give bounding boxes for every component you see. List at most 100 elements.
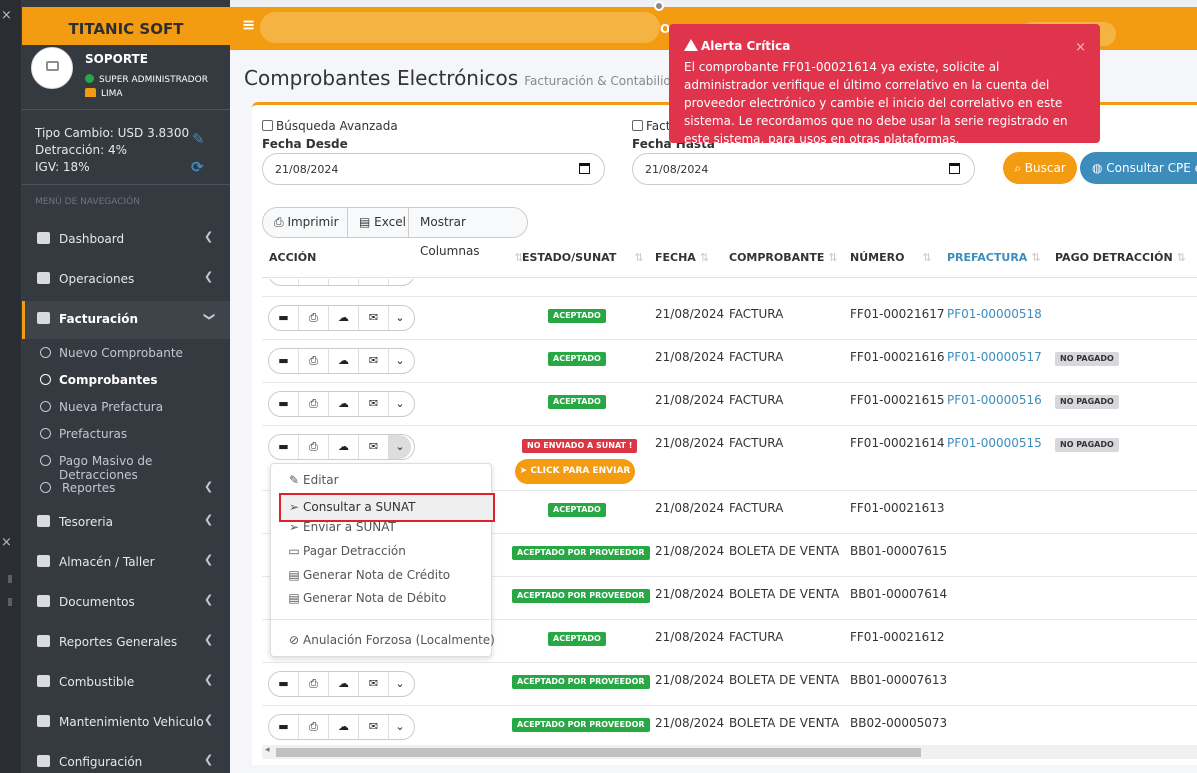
email-icon[interactable]: ▬: [269, 392, 299, 416]
checkbox-box[interactable]: [262, 120, 273, 131]
col-numero[interactable]: NÚMERO ⇅: [850, 251, 932, 264]
printer-icon[interactable]: ⎙: [299, 306, 329, 330]
subnav-prefacturas[interactable]: Prefacturas: [22, 421, 230, 448]
envelope-icon[interactable]: ✉: [359, 715, 389, 739]
sort-icon[interactable]: ⇅: [1177, 251, 1186, 264]
cloud-download-icon[interactable]: ☁: [329, 279, 359, 285]
chevron-down-icon[interactable]: ⌄: [389, 306, 411, 330]
sort-icon[interactable]: ⇅: [634, 251, 643, 264]
subnav-nuevo-comprobante[interactable]: Nuevo Comprobante: [22, 340, 230, 367]
cloud-download-icon[interactable]: ☁: [329, 349, 359, 373]
col-estado[interactable]: ESTADO/SUNAT ⇅: [522, 251, 644, 264]
printer-icon[interactable]: ⎙: [299, 715, 329, 739]
menu-item-pagar-detraccion[interactable]: ▭ Pagar Detracción: [287, 544, 406, 558]
excel-button[interactable]: ▤ Excel: [348, 208, 409, 237]
nav-item-combustible[interactable]: Combustible ❮: [22, 664, 230, 700]
menu-item-nota-debito[interactable]: ▤ Generar Nota de Débito: [287, 591, 446, 605]
email-icon[interactable]: ▬: [269, 349, 299, 373]
horizontal-scrollbar[interactable]: ◂: [262, 745, 1197, 759]
advanced-search-checkbox[interactable]: Búsqueda Avanzada: [262, 119, 398, 133]
brand-logo[interactable]: TITANIC SOFT: [22, 7, 230, 45]
sort-icon[interactable]: ⇅: [828, 251, 837, 264]
subnav-reportes[interactable]: Reportes ❮: [22, 475, 230, 502]
envelope-icon[interactable]: ✉: [359, 349, 389, 373]
email-icon[interactable]: ▬: [269, 672, 299, 696]
chevron-down-icon[interactable]: ⌄: [389, 349, 411, 373]
prefactura-link[interactable]: PF01-00000516: [947, 393, 1042, 407]
printer-icon[interactable]: ⎙: [299, 672, 329, 696]
close-icon[interactable]: ×: [1, 8, 12, 23]
scrollbar-thumb[interactable]: [276, 748, 921, 757]
envelope-icon[interactable]: ✉: [359, 279, 389, 285]
sort-icon[interactable]: ⇅: [922, 251, 931, 264]
email-icon[interactable]: ▬: [269, 715, 299, 739]
chevron-down-icon[interactable]: ⌄: [389, 279, 411, 285]
nav-item-reportes-generales[interactable]: Reportes Generales ❮: [22, 624, 230, 660]
cloud-download-icon[interactable]: ☁: [329, 715, 359, 739]
subnav-comprobantes[interactable]: Comprobantes: [22, 367, 230, 394]
hamburger-icon[interactable]: ≡: [242, 15, 255, 34]
nav-item-documentos[interactable]: Documentos ❮: [22, 584, 230, 620]
refresh-icon[interactable]: ⟳: [191, 158, 204, 176]
menu-item-enviar-sunat[interactable]: ➢ Enviar a SUNAT: [287, 520, 396, 534]
chevron-down-icon[interactable]: ⌄: [389, 715, 411, 739]
col-comprobante[interactable]: COMPROBANTE ⇅: [729, 251, 838, 264]
email-icon[interactable]: ▬: [269, 435, 299, 459]
envelope-icon[interactable]: ✉: [359, 392, 389, 416]
sort-icon[interactable]: ⇅: [700, 251, 709, 264]
chevron-down-icon[interactable]: ⌄: [389, 392, 411, 416]
imprimir-button[interactable]: ⎙ Imprimir: [263, 208, 348, 237]
email-icon[interactable]: ▬: [269, 306, 299, 330]
nav-item-configuracion[interactable]: Configuración ❮: [22, 744, 230, 773]
prefactura-link[interactable]: PF01-00000517: [947, 350, 1042, 364]
printer-icon[interactable]: ⎙: [299, 279, 329, 285]
fecha-hasta-input[interactable]: 21/08/2024: [632, 153, 975, 185]
checkbox-box[interactable]: [632, 120, 643, 131]
close-icon[interactable]: ×: [1075, 40, 1086, 55]
col-fecha[interactable]: FECHA ⇅: [655, 251, 709, 264]
fecha-desde-input[interactable]: 21/08/2024: [262, 153, 605, 185]
chevron-down-icon[interactable]: ⌄: [389, 672, 411, 696]
col-pago-detraccion[interactable]: PAGO DETRACCIÓN ⇅: [1055, 251, 1186, 264]
col-prefactura[interactable]: PREFACTURA ⇅: [947, 251, 1041, 264]
prefactura-link[interactable]: PF01-00000518: [947, 307, 1042, 321]
col-accion[interactable]: ACCIÓN ⇅: [269, 251, 524, 264]
prefactura-link[interactable]: PF01-00000515: [947, 436, 1042, 450]
nav-item-facturacion[interactable]: Facturación ❮: [22, 301, 230, 339]
calendar-icon[interactable]: [949, 163, 960, 174]
consultar-cpe-button[interactable]: ◍ Consultar CPE en: [1080, 152, 1197, 184]
nav-item-tesoreria[interactable]: Tesoreria ❮: [22, 504, 230, 540]
nav-item-dashboard[interactable]: Dashboard ❮: [22, 221, 230, 257]
printer-icon[interactable]: ⎙: [299, 435, 329, 459]
avatar[interactable]: [31, 47, 73, 89]
menu-item-anulacion-forzosa[interactable]: ⊘ Anulación Forzosa (Localmente): [287, 633, 495, 647]
printer-icon[interactable]: ⎙: [299, 349, 329, 373]
calendar-icon[interactable]: [579, 163, 590, 174]
nav-item-mantenimiento[interactable]: Mantenimiento Vehiculo ❮: [22, 704, 230, 740]
sort-icon[interactable]: ⇅: [1031, 251, 1040, 264]
cloud-download-icon[interactable]: ☁: [329, 435, 359, 459]
menu-item-editar[interactable]: ✎ Editar: [287, 473, 339, 487]
menu-item-consultar-sunat[interactable]: ➢ Consultar a SUNAT: [279, 493, 495, 522]
envelope-icon[interactable]: ✉: [359, 672, 389, 696]
nav-item-almacen[interactable]: Almacén / Taller ❮: [22, 544, 230, 580]
top-search-area[interactable]: [260, 12, 660, 43]
cloud-download-icon[interactable]: ☁: [329, 306, 359, 330]
cloud-download-icon[interactable]: ☁: [329, 392, 359, 416]
fact-checkbox[interactable]: Fact: [632, 119, 670, 133]
envelope-icon[interactable]: ✉: [359, 306, 389, 330]
subnav-pago-masivo[interactable]: Pago Masivo de Detracciones: [22, 448, 230, 482]
printer-icon[interactable]: ⎙: [299, 392, 329, 416]
buscar-button[interactable]: ⌕ Buscar: [1003, 152, 1077, 184]
close-icon[interactable]: ×: [1, 535, 12, 550]
subnav-nueva-prefactura[interactable]: Nueva Prefactura: [22, 394, 230, 421]
click-para-enviar-button[interactable]: ➤ CLICK PARA ENVIAR: [515, 459, 635, 484]
cloud-download-icon[interactable]: ☁: [329, 672, 359, 696]
mostrar-columnas-button[interactable]: Mostrar Columnas: [409, 208, 529, 258]
chevron-down-icon[interactable]: ⌄: [389, 435, 411, 459]
nav-item-operaciones[interactable]: Operaciones ❮: [22, 261, 230, 297]
envelope-icon[interactable]: ✉: [359, 435, 389, 459]
scroll-left-icon[interactable]: ◂: [265, 745, 270, 755]
pencil-icon[interactable]: ✎: [192, 130, 205, 148]
email-icon[interactable]: ▬: [269, 279, 299, 285]
